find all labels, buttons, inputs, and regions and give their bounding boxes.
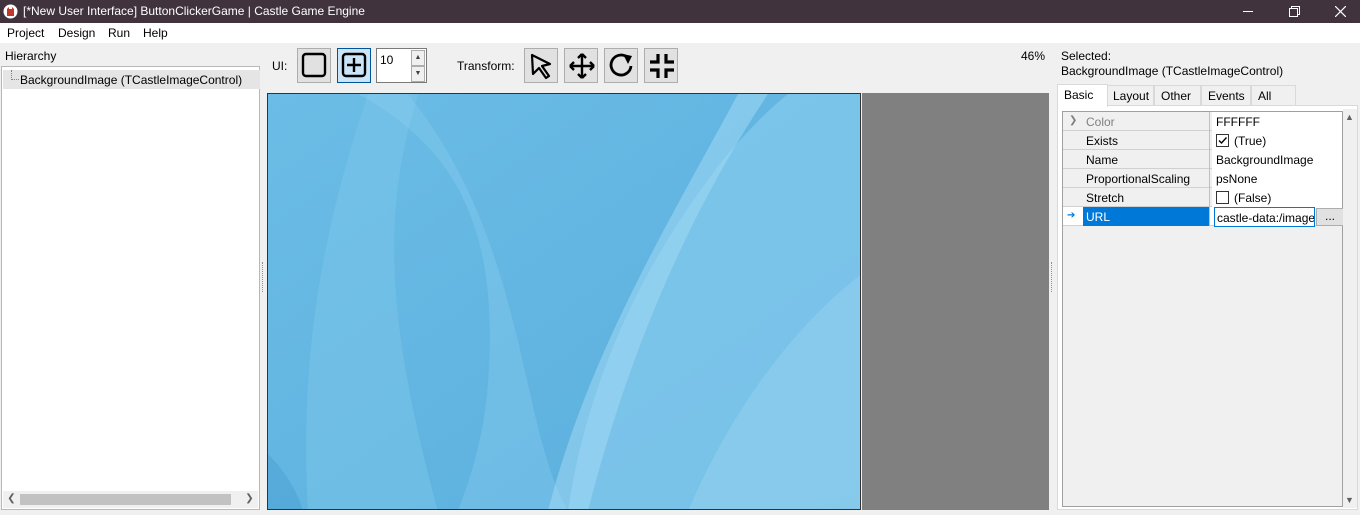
scrollbar-thumb[interactable] xyxy=(20,494,231,505)
property-value[interactable]: FFFFFF xyxy=(1212,112,1342,131)
hierarchy-label: Hierarchy xyxy=(5,49,57,63)
properties-vertical-scrollbar[interactable]: ▲ ▼ xyxy=(1343,109,1357,508)
select-ui-button[interactable] xyxy=(297,48,331,83)
property-name: Exists xyxy=(1083,131,1210,150)
property-value[interactable]: BackgroundImage xyxy=(1212,150,1342,169)
tree-item-label: BackgroundImage (TCastleImageControl) xyxy=(20,73,243,87)
scroll-right-icon[interactable]: ❯ xyxy=(241,493,258,506)
scroll-up-icon[interactable]: ▲ xyxy=(1345,112,1354,122)
close-button[interactable] xyxy=(1318,0,1360,23)
checkbox-label: (False) xyxy=(1234,191,1272,205)
property-name: Name xyxy=(1083,150,1210,169)
properties-panel: ❯ Color FFFFFF Exists (True) Name Backgr… xyxy=(1057,105,1358,510)
right-splitter[interactable] xyxy=(1051,262,1054,292)
add-ui-button[interactable] xyxy=(337,48,371,83)
spin-value: 10 xyxy=(380,53,394,67)
zoom-level: 46% xyxy=(1021,49,1046,63)
tab-other[interactable]: Other xyxy=(1154,85,1201,106)
transform-label: Transform: xyxy=(457,59,515,73)
move-tool-button[interactable] xyxy=(564,48,598,83)
checkmark-icon xyxy=(1218,137,1228,145)
tab-events[interactable]: Events xyxy=(1201,85,1251,106)
expand-chevron-icon[interactable]: ❯ xyxy=(1069,115,1077,126)
scale-tool-button[interactable] xyxy=(644,48,678,83)
spin-down-icon[interactable]: ▼ xyxy=(411,66,425,82)
property-grid[interactable]: ❯ Color FFFFFF Exists (True) Name Backgr… xyxy=(1062,111,1344,507)
hierarchy-horizontal-scrollbar[interactable]: ❮ ❯ xyxy=(3,491,258,508)
close-icon xyxy=(1335,6,1346,17)
left-splitter[interactable] xyxy=(262,262,265,292)
checkbox-label: (True) xyxy=(1234,134,1267,148)
viewport-background xyxy=(862,93,1049,510)
tab-basic[interactable]: Basic xyxy=(1057,84,1108,107)
hierarchy-tree[interactable]: BackgroundImage (TCastleImageControl) ❮ … xyxy=(1,66,260,510)
inspector-tabs: Basic Layout Other Events All xyxy=(1057,84,1357,107)
background-image xyxy=(268,94,860,509)
castle-engine-logo-icon xyxy=(3,4,18,19)
tree-item-background-image[interactable]: BackgroundImage (TCastleImageControl) xyxy=(3,70,260,89)
property-row-stretch[interactable]: Stretch (False) xyxy=(1063,188,1342,207)
selected-component: BackgroundImage (TCastleImageControl) xyxy=(1061,64,1284,78)
menu-design[interactable]: Design xyxy=(58,26,95,40)
url-browse-button[interactable]: ... xyxy=(1316,208,1344,226)
property-name: Stretch xyxy=(1083,188,1210,207)
property-row-exists[interactable]: Exists (True) xyxy=(1063,131,1342,150)
tab-all[interactable]: All xyxy=(1251,85,1296,106)
square-icon xyxy=(301,52,327,78)
scroll-down-icon[interactable]: ▼ xyxy=(1345,495,1354,505)
selected-label: Selected: xyxy=(1061,49,1112,63)
design-viewport[interactable] xyxy=(267,93,861,510)
checkbox-unchecked[interactable] xyxy=(1216,191,1229,204)
property-name: ProportionalScaling xyxy=(1083,169,1210,188)
minimize-icon xyxy=(1243,11,1253,12)
select-tool-button[interactable] xyxy=(524,48,558,83)
snap-spin-edit[interactable]: 10 ▲ ▼ xyxy=(376,48,427,83)
url-input[interactable]: castle-data:/image xyxy=(1214,207,1315,227)
restore-button[interactable] xyxy=(1272,0,1318,23)
move-arrows-icon xyxy=(569,53,595,79)
scroll-left-icon[interactable]: ❮ xyxy=(3,493,20,506)
property-row-name[interactable]: Name BackgroundImage xyxy=(1063,150,1342,169)
property-value[interactable]: (True) xyxy=(1212,131,1342,150)
menu-help[interactable]: Help xyxy=(143,26,168,40)
current-row-arrow-icon: ➔ xyxy=(1067,210,1076,221)
cursor-arrow-icon xyxy=(530,53,552,80)
property-name: URL xyxy=(1083,207,1210,226)
rotate-icon xyxy=(609,53,633,77)
property-name: Color xyxy=(1083,112,1210,131)
property-row-color[interactable]: ❯ Color FFFFFF xyxy=(1063,112,1342,131)
property-row-url[interactable]: ➔ URL castle-data:/image ... xyxy=(1063,207,1344,227)
restore-icon xyxy=(1289,6,1300,17)
plus-square-icon xyxy=(341,52,367,78)
menu-run[interactable]: Run xyxy=(108,26,130,40)
shrink-icon xyxy=(650,54,674,78)
menu-bar: Project Design Run Help xyxy=(0,23,1360,43)
property-value[interactable]: psNone xyxy=(1212,169,1342,188)
minimize-button[interactable] xyxy=(1226,0,1272,23)
checkbox-checked[interactable] xyxy=(1216,134,1229,147)
window-title: [*New User Interface] ButtonClickerGame … xyxy=(23,4,365,18)
property-row-proportional-scaling[interactable]: ProportionalScaling psNone xyxy=(1063,169,1342,188)
title-bar: [*New User Interface] ButtonClickerGame … xyxy=(0,0,1360,23)
menu-project[interactable]: Project xyxy=(7,26,44,40)
tab-layout[interactable]: Layout xyxy=(1106,85,1154,106)
property-value[interactable]: (False) xyxy=(1212,188,1342,207)
tree-connector xyxy=(11,70,19,80)
spin-up-icon[interactable]: ▲ xyxy=(411,50,425,66)
ui-label: UI: xyxy=(272,59,288,73)
rotate-tool-button[interactable] xyxy=(604,48,638,83)
